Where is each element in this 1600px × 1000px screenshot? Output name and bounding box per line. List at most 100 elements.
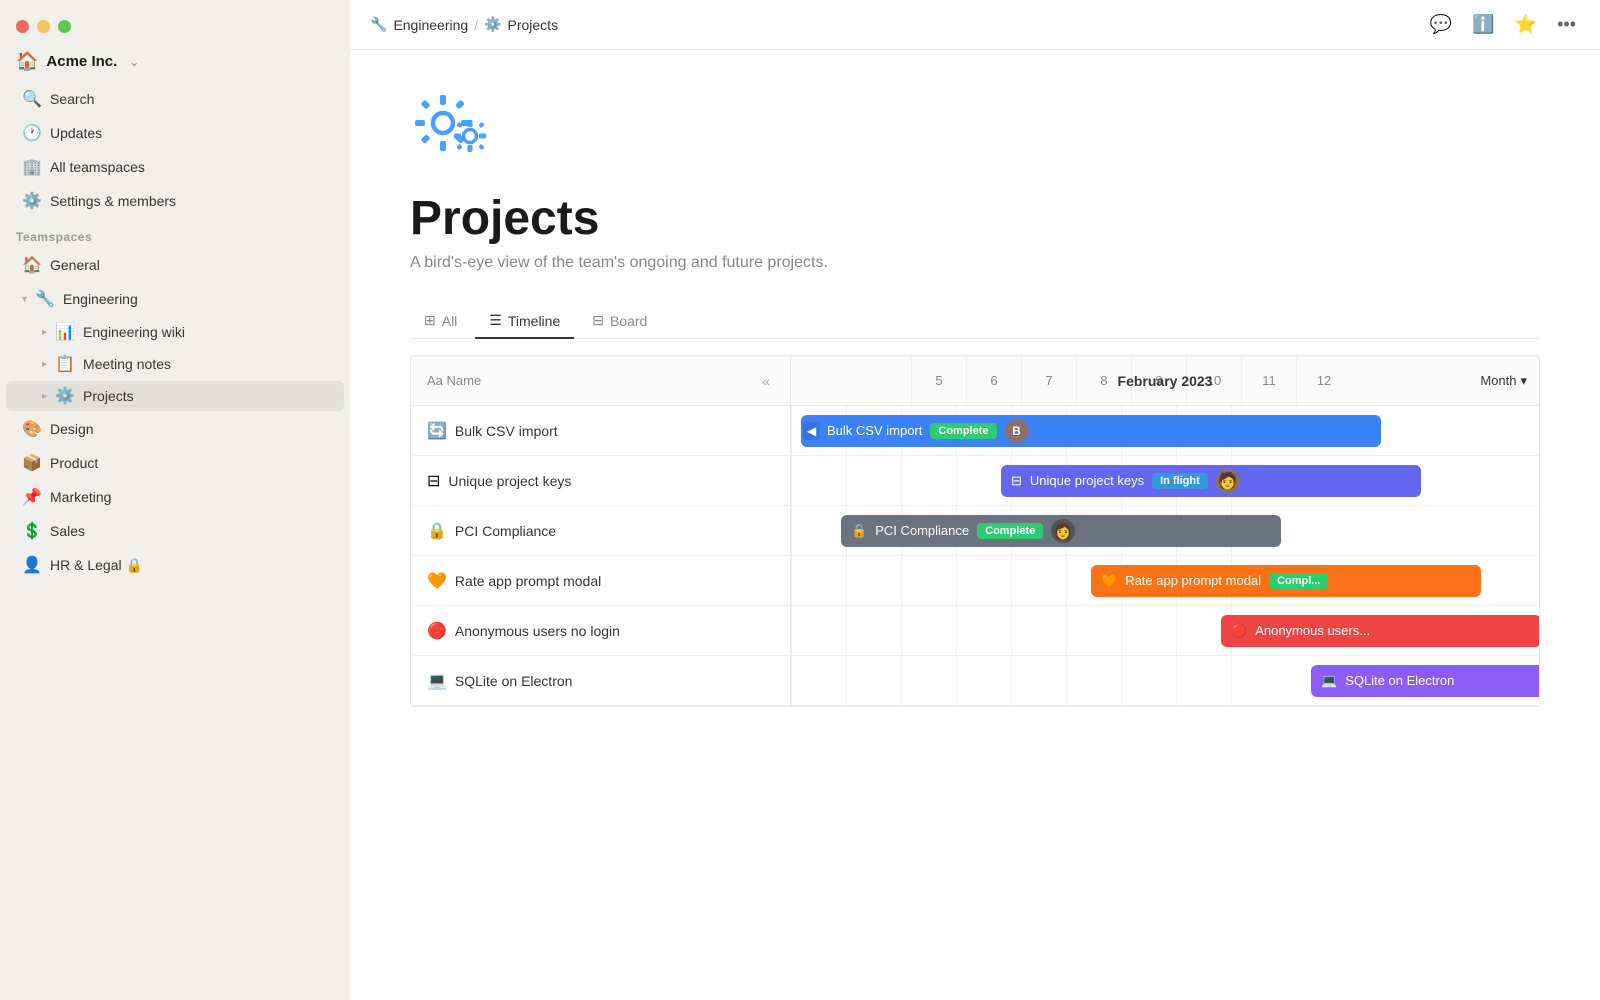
info-button[interactable]: ℹ️ (1468, 10, 1498, 39)
design-icon: 🎨 (22, 419, 42, 439)
sidebar-item-settings[interactable]: ⚙️ Settings & members (6, 185, 344, 217)
breadcrumb-engineering[interactable]: 🔧 Engineering (370, 16, 468, 33)
tab-all-label: All (442, 313, 458, 329)
date-cell-12: 12 (1296, 356, 1351, 405)
name-col-header-text: Aa Name (427, 373, 481, 388)
grid-row-rate-app: 🧡 Rate app prompt modal Compl... (791, 556, 1539, 606)
grid-row-unique-keys: ⊟ Unique project keys In flight 🧑 (791, 456, 1539, 506)
sidebar-item-projects[interactable]: ▸ ⚙️ Projects (6, 381, 344, 411)
name-column-header: Aa Name (427, 373, 481, 388)
timeline-bar-rate-app[interactable]: 🧡 Rate app prompt modal Compl... (1091, 565, 1481, 597)
date-cells: 5 6 7 8 9 10 11 12 (791, 356, 1351, 405)
bar-label-unique-keys: Unique project keys (1030, 473, 1144, 488)
bar-container-bulk-csv: ◀ Bulk CSV import Complete B (791, 406, 1539, 455)
tab-all[interactable]: ⊞ All (410, 304, 471, 339)
sidebar-item-design[interactable]: 🎨 Design (6, 413, 344, 445)
sidebar-item-all-teamspaces[interactable]: 🏢 All teamspaces (6, 151, 344, 183)
timeline-bar-pci[interactable]: 🔒 PCI Compliance Complete 👩 (841, 515, 1281, 547)
page-content: Projects A bird's-eye view of the team's… (350, 50, 1600, 1000)
sqlite-name: SQLite on Electron (455, 673, 573, 689)
bar-status-unique-keys: In flight (1152, 473, 1208, 489)
anonymous-icon: 🔴 (427, 621, 447, 641)
breadcrumb: 🔧 Engineering / ⚙️ Projects (370, 16, 558, 33)
grid-row-anonymous: 🔴 Anonymous users... (791, 606, 1539, 656)
unique-keys-name: Unique project keys (448, 473, 571, 489)
comment-button[interactable]: 💬 (1426, 10, 1456, 39)
wiki-icon: 📊 (55, 322, 75, 342)
sales-icon: 💲 (22, 521, 42, 541)
sidebar-item-marketing-label: Marketing (50, 489, 328, 505)
sidebar-item-meeting-notes[interactable]: ▸ 📋 Meeting notes (6, 349, 344, 379)
projects-expand-icon: ▸ (42, 391, 47, 402)
bar-label-sqlite: SQLite on Electron (1345, 673, 1454, 688)
bar-status-bulk-csv: Complete (930, 423, 996, 439)
close-button[interactable] (16, 20, 29, 33)
sidebar-item-engineering-label: Engineering (63, 291, 328, 307)
sidebar-item-hr-legal[interactable]: 👤 HR & Legal 🔒 (6, 549, 344, 581)
maximize-button[interactable] (58, 20, 71, 33)
tab-all-icon: ⊞ (424, 312, 436, 329)
sidebar-item-sales[interactable]: 💲 Sales (6, 515, 344, 547)
sidebar-item-engineering[interactable]: ▾ 🔧 Engineering (6, 283, 344, 315)
sidebar-item-product[interactable]: 📦 Product (6, 447, 344, 479)
header-bar: 🔧 Engineering / ⚙️ Projects 💬 ℹ️ ⭐ ••• (350, 0, 1600, 50)
general-icon: 🏠 (22, 255, 42, 275)
sidebar-item-search[interactable]: 🔍 Search (6, 83, 344, 115)
date-cell-5: 5 (911, 356, 966, 405)
collapse-button[interactable]: « (758, 369, 774, 393)
tabs: ⊞ All ☰ Timeline ⊟ Board (410, 304, 1540, 339)
workspace-chevron-icon: ⌄ (129, 55, 139, 69)
more-button[interactable]: ••• (1553, 10, 1580, 39)
month-label: February 2023 (1118, 373, 1213, 389)
page-description: A bird's-eye view of the team's ongoing … (410, 254, 1540, 272)
tab-board[interactable]: ⊟ Board (578, 304, 661, 339)
timeline-row-unique-keys[interactable]: ⊟ Unique project keys (411, 456, 790, 506)
timeline-bar-bulk-csv[interactable]: ◀ Bulk CSV import Complete B (801, 415, 1381, 447)
grid-row-pci: 🔒 PCI Compliance Complete 👩 (791, 506, 1539, 556)
timeline-row-rate-app[interactable]: 🧡 Rate app prompt modal (411, 556, 790, 606)
bulk-csv-name: Bulk CSV import (455, 423, 558, 439)
pci-icon: 🔒 (427, 521, 447, 541)
tab-board-label: Board (610, 313, 647, 329)
tab-board-icon: ⊟ (592, 312, 604, 329)
timeline-row-bulk-csv[interactable]: 🔄 Bulk CSV import (411, 406, 790, 456)
grid-row-bulk-csv: ◀ Bulk CSV import Complete B (791, 406, 1539, 456)
breadcrumb-projects-label: Projects (508, 17, 559, 33)
timeline-bar-anonymous[interactable]: 🔴 Anonymous users... (1221, 615, 1539, 647)
timeline-dates-header: February 2023 Month ▾ 5 6 7 8 9 10 11 12 (791, 356, 1539, 406)
sidebar-item-hr-legal-label: HR & Legal 🔒 (50, 557, 328, 574)
collapse-controls: « (758, 369, 774, 393)
workspace-name: Acme Inc. (46, 53, 117, 70)
sidebar-item-updates[interactable]: 🕐 Updates (6, 117, 344, 149)
bar-status-pci: Complete (977, 523, 1043, 539)
tab-timeline[interactable]: ☰ Timeline (475, 304, 574, 339)
month-selector-button[interactable]: Month ▾ (1480, 373, 1527, 389)
bar-container-unique-keys: ⊟ Unique project keys In flight 🧑 (791, 456, 1539, 505)
bar-nav-btn-bulk-csv[interactable]: ◀ (803, 422, 820, 440)
avatar-unique-keys: 🧑 (1216, 469, 1240, 493)
breadcrumb-projects[interactable]: ⚙️ Projects (484, 16, 558, 33)
product-icon: 📦 (22, 453, 42, 473)
bar-container-anonymous: 🔴 Anonymous users... (791, 606, 1539, 655)
timeline-bar-unique-keys[interactable]: ⊟ Unique project keys In flight 🧑 (1001, 465, 1421, 497)
sidebar-item-engineering-wiki[interactable]: ▸ 📊 Engineering wiki (6, 317, 344, 347)
breadcrumb-engineering-label: Engineering (393, 17, 468, 33)
bar-icon-unique-keys: ⊟ (1011, 473, 1022, 489)
workspace-selector[interactable]: 🏠 Acme Inc. ⌄ (0, 45, 350, 78)
timeline-bar-sqlite[interactable]: 💻 SQLite on Electron (1311, 665, 1539, 697)
timeline-row-anonymous[interactable]: 🔴 Anonymous users no login (411, 606, 790, 656)
avatar-pci: 👩 (1051, 519, 1075, 543)
timeline-names-header: Aa Name « (411, 356, 790, 406)
timeline-row-pci[interactable]: 🔒 PCI Compliance (411, 506, 790, 556)
main-content: 🔧 Engineering / ⚙️ Projects 💬 ℹ️ ⭐ ••• (350, 0, 1600, 1000)
sidebar-item-design-label: Design (50, 421, 328, 437)
timeline-row-sqlite[interactable]: 💻 SQLite on Electron (411, 656, 790, 706)
minimize-button[interactable] (37, 20, 50, 33)
star-button[interactable]: ⭐ (1511, 10, 1541, 39)
sidebar-item-general[interactable]: 🏠 General (6, 249, 344, 281)
sidebar-item-settings-label: Settings & members (50, 193, 328, 209)
updates-icon: 🕐 (22, 123, 42, 143)
all-teamspaces-icon: 🏢 (22, 157, 42, 177)
sidebar-item-marketing[interactable]: 📌 Marketing (6, 481, 344, 513)
sidebar-item-all-teamspaces-label: All teamspaces (50, 159, 328, 175)
